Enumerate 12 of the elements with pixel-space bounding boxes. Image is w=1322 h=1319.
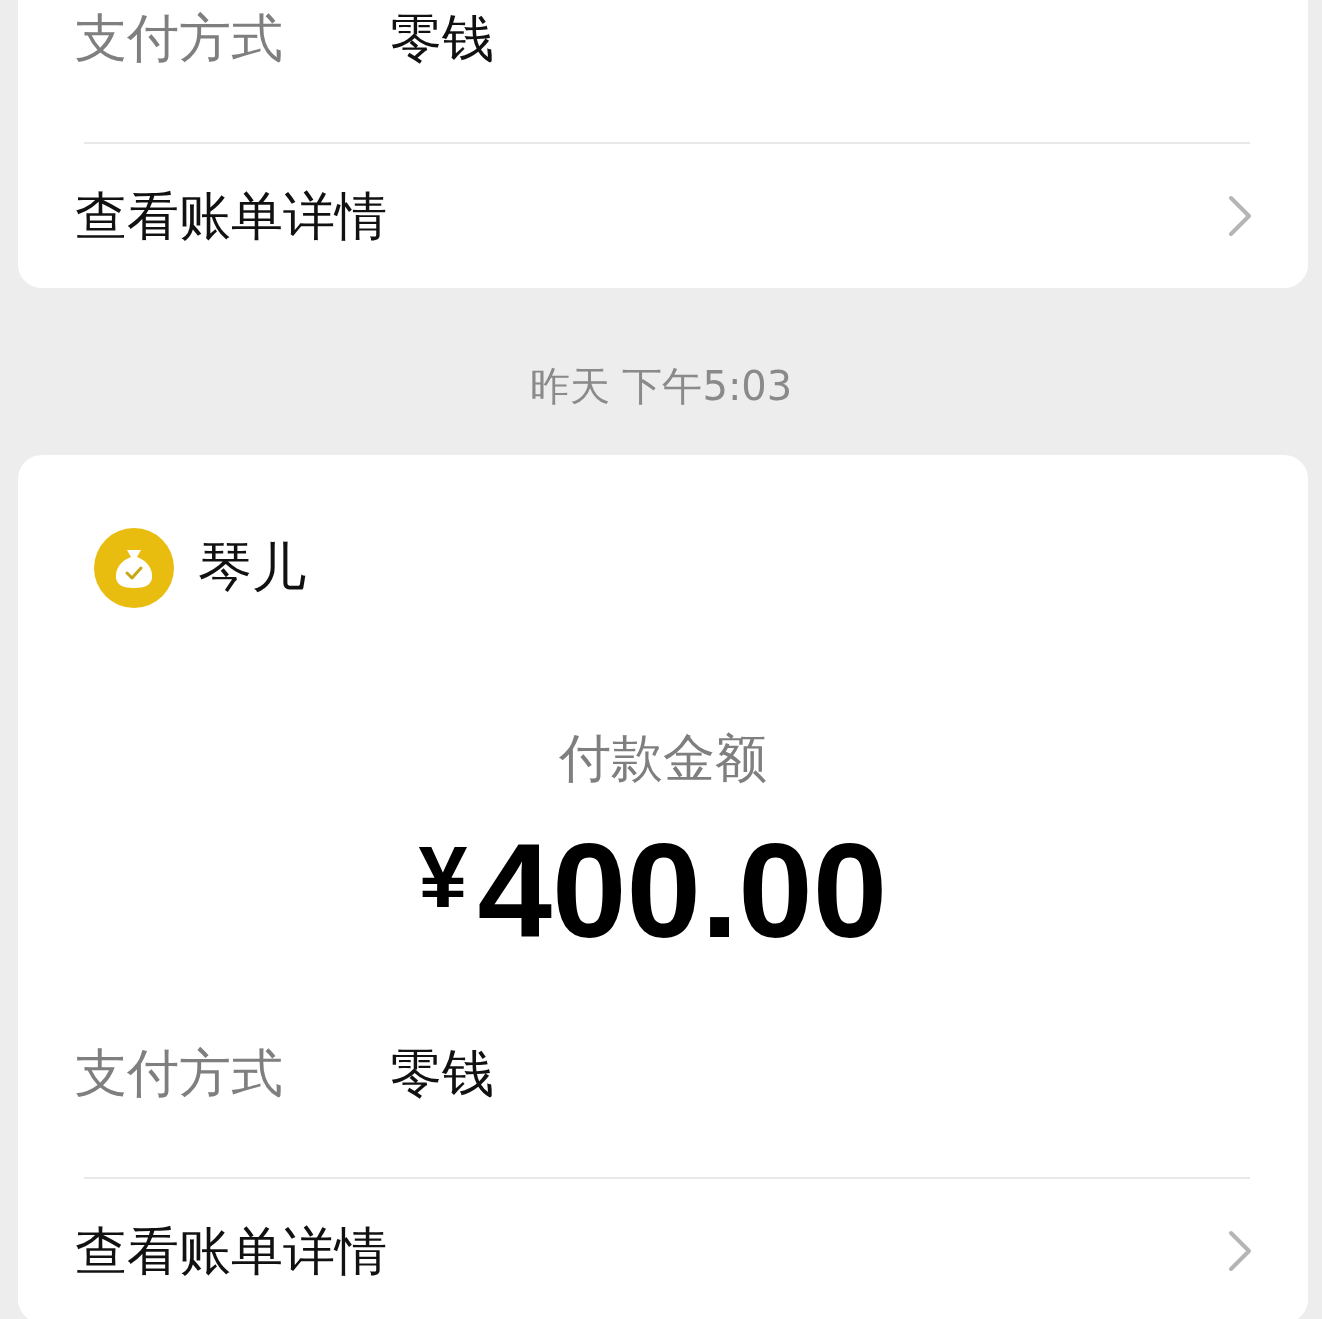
payment-method-value: 零钱 — [390, 1043, 494, 1103]
money-bag-check-icon — [94, 528, 174, 608]
payment-method-value: 零钱 — [390, 8, 494, 68]
amount-label: 付款金额 — [559, 728, 767, 788]
payment-method-label: 支付方式 — [75, 1043, 284, 1103]
timestamp: 昨天 下午5:03 — [529, 362, 793, 410]
chevron-right-icon — [1228, 195, 1252, 237]
currency-symbol: ¥ — [418, 827, 468, 927]
payment-method-label: 支付方式 — [75, 8, 284, 68]
payee-name: 琴儿 — [198, 536, 306, 600]
chevron-right-icon — [1228, 1230, 1252, 1272]
amount-value: 400.00 — [477, 821, 888, 961]
